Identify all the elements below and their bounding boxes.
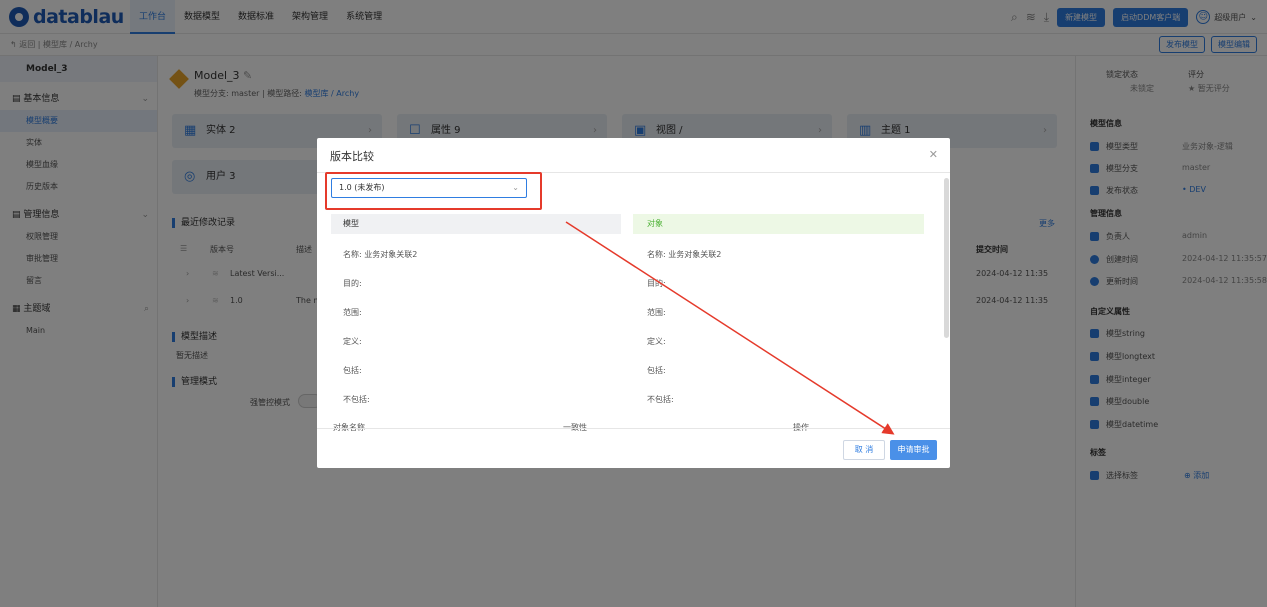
annotation-arrow	[565, 221, 895, 435]
